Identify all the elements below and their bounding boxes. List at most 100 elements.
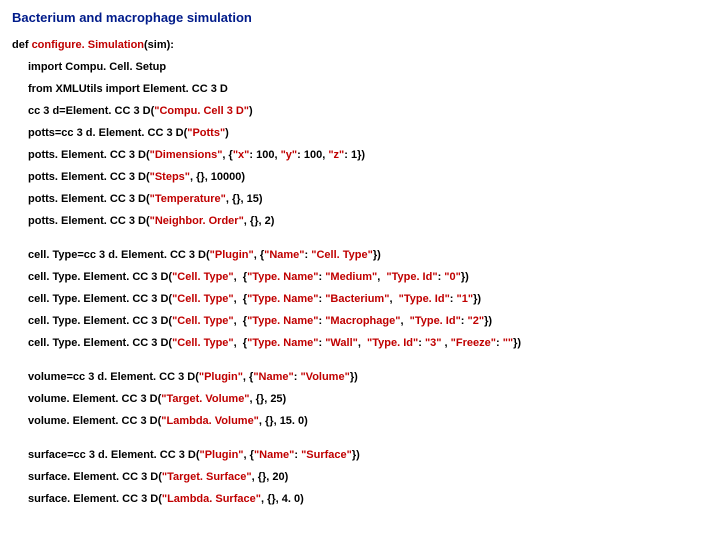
string-literal: "z" — [328, 149, 344, 161]
code-text: (sim): — [144, 39, 174, 51]
code-text: cell. Type=cc 3 d. Element. CC 3 D( — [28, 249, 210, 261]
code-text: , { — [254, 249, 264, 261]
string-literal: "x" — [233, 149, 250, 161]
string-literal: "2" — [468, 315, 485, 327]
string-literal: configure. Simulation — [32, 39, 144, 51]
string-literal: "Type. Id" — [410, 315, 461, 327]
code-text: potts. Element. CC 3 D( — [28, 193, 150, 205]
string-literal: "Lambda. Surface" — [162, 493, 261, 505]
code-line: cell. Type=cc 3 d. Element. CC 3 D("Plug… — [12, 249, 708, 261]
code-line: cell. Type. Element. CC 3 D("Cell. Type"… — [12, 293, 708, 305]
string-literal: "" — [503, 337, 513, 349]
code-line: potts. Element. CC 3 D("Temperature", {}… — [12, 193, 708, 205]
code-text: surface. Element. CC 3 D( — [28, 471, 162, 483]
string-literal: "Cell. Type" — [172, 271, 234, 283]
string-literal: "Type. Name" — [247, 315, 318, 327]
code-text: : — [450, 293, 457, 305]
code-text: }) — [373, 249, 381, 261]
code-text: potts. Element. CC 3 D( — [28, 215, 150, 227]
string-literal: "Volume" — [300, 371, 349, 383]
code-text: def — [12, 39, 32, 51]
code-text: volume=cc 3 d. Element. CC 3 D( — [28, 371, 199, 383]
code-text: cc 3 d=Element. CC 3 D( — [28, 105, 154, 117]
string-literal: "Type. Name" — [247, 337, 318, 349]
code-text: }) — [350, 371, 358, 383]
code-text: cell. Type. Element. CC 3 D( — [28, 337, 172, 349]
string-literal: "Name" — [254, 449, 294, 461]
string-literal: "Cell. Type" — [311, 249, 373, 261]
string-literal: "Cell. Type" — [172, 315, 234, 327]
code-text: ) — [249, 105, 253, 117]
string-literal: "Macrophage" — [325, 315, 400, 327]
code-text: }) — [473, 293, 481, 305]
code-text: }) — [513, 337, 521, 349]
code-text: }) — [352, 449, 360, 461]
string-literal: "Compu. Cell 3 D" — [154, 105, 249, 117]
string-literal: "Name" — [264, 249, 304, 261]
code-line: volume. Element. CC 3 D("Lambda. Volume"… — [12, 415, 708, 427]
code-text: surface=cc 3 d. Element. CC 3 D( — [28, 449, 199, 461]
code-text: from XMLUtils import Element. CC 3 D — [28, 83, 228, 95]
code-line: cc 3 d=Element. CC 3 D("Compu. Cell 3 D"… — [12, 105, 708, 117]
blank-line — [12, 237, 708, 249]
blank-line — [12, 359, 708, 371]
string-literal: "Neighbor. Order" — [150, 215, 244, 227]
code-text: : 100, — [297, 149, 328, 161]
code-line: cell. Type. Element. CC 3 D("Cell. Type"… — [12, 337, 708, 349]
code-text: , — [400, 315, 409, 327]
string-literal: "Medium" — [325, 271, 377, 283]
code-text: ) — [225, 127, 229, 139]
code-text: cell. Type. Element. CC 3 D( — [28, 293, 172, 305]
code-line: cell. Type. Element. CC 3 D("Cell. Type"… — [12, 315, 708, 327]
string-literal: "Cell. Type" — [172, 337, 234, 349]
string-literal: "Lambda. Volume" — [161, 415, 259, 427]
string-literal: "Target. Surface" — [162, 471, 252, 483]
code-text: : — [496, 337, 503, 349]
code-text: volume. Element. CC 3 D( — [28, 415, 161, 427]
code-text: }) — [484, 315, 492, 327]
code-text: , {}, 15. 0) — [259, 415, 308, 427]
code-text: , {}, 4. 0) — [261, 493, 304, 505]
string-literal: "y" — [281, 149, 298, 161]
code-line: surface. Element. CC 3 D("Lambda. Surfac… — [12, 493, 708, 505]
code-text: potts. Element. CC 3 D( — [28, 149, 150, 161]
string-literal: "Name" — [253, 371, 293, 383]
string-literal: "3" — [425, 337, 445, 349]
code-line: def configure. Simulation(sim): — [12, 39, 708, 51]
code-text: , { — [234, 271, 247, 283]
string-literal: "Type. Name" — [247, 271, 318, 283]
code-text: , {}, 25) — [250, 393, 287, 405]
string-literal: "Plugin" — [199, 449, 243, 461]
string-literal: "1" — [457, 293, 474, 305]
code-text: : — [461, 315, 468, 327]
code-text: , {}, 10000) — [190, 171, 245, 183]
code-line: potts=cc 3 d. Element. CC 3 D("Potts") — [12, 127, 708, 139]
string-literal: "Freeze" — [451, 337, 496, 349]
code-line: import Compu. Cell. Setup — [12, 61, 708, 73]
string-literal: "Target. Volume" — [161, 393, 249, 405]
blank-line — [12, 437, 708, 449]
code-text: , {}, 20) — [252, 471, 289, 483]
code-line: from XMLUtils import Element. CC 3 D — [12, 83, 708, 95]
code-text: volume. Element. CC 3 D( — [28, 393, 161, 405]
code-text: , { — [243, 371, 253, 383]
code-line: surface=cc 3 d. Element. CC 3 D("Plugin"… — [12, 449, 708, 461]
code-text: : — [418, 337, 425, 349]
string-literal: "Cell. Type" — [172, 293, 234, 305]
code-text: }) — [461, 271, 469, 283]
code-text: potts. Element. CC 3 D( — [28, 171, 150, 183]
string-literal: "0" — [444, 271, 461, 283]
code-line: surface. Element. CC 3 D("Target. Surfac… — [12, 471, 708, 483]
code-line: cell. Type. Element. CC 3 D("Cell. Type"… — [12, 271, 708, 283]
code-line: potts. Element. CC 3 D("Neighbor. Order"… — [12, 215, 708, 227]
code-text: , — [389, 293, 398, 305]
code-text: , { — [234, 315, 247, 327]
code-text: , { — [222, 149, 232, 161]
code-text: , — [358, 337, 367, 349]
string-literal: "Surface" — [301, 449, 352, 461]
code-text: : 1}) — [344, 149, 365, 161]
string-literal: "Type. Id" — [399, 293, 450, 305]
code-text: , { — [244, 449, 254, 461]
string-literal: "Dimensions" — [150, 149, 223, 161]
string-literal: "Bacterium" — [325, 293, 389, 305]
